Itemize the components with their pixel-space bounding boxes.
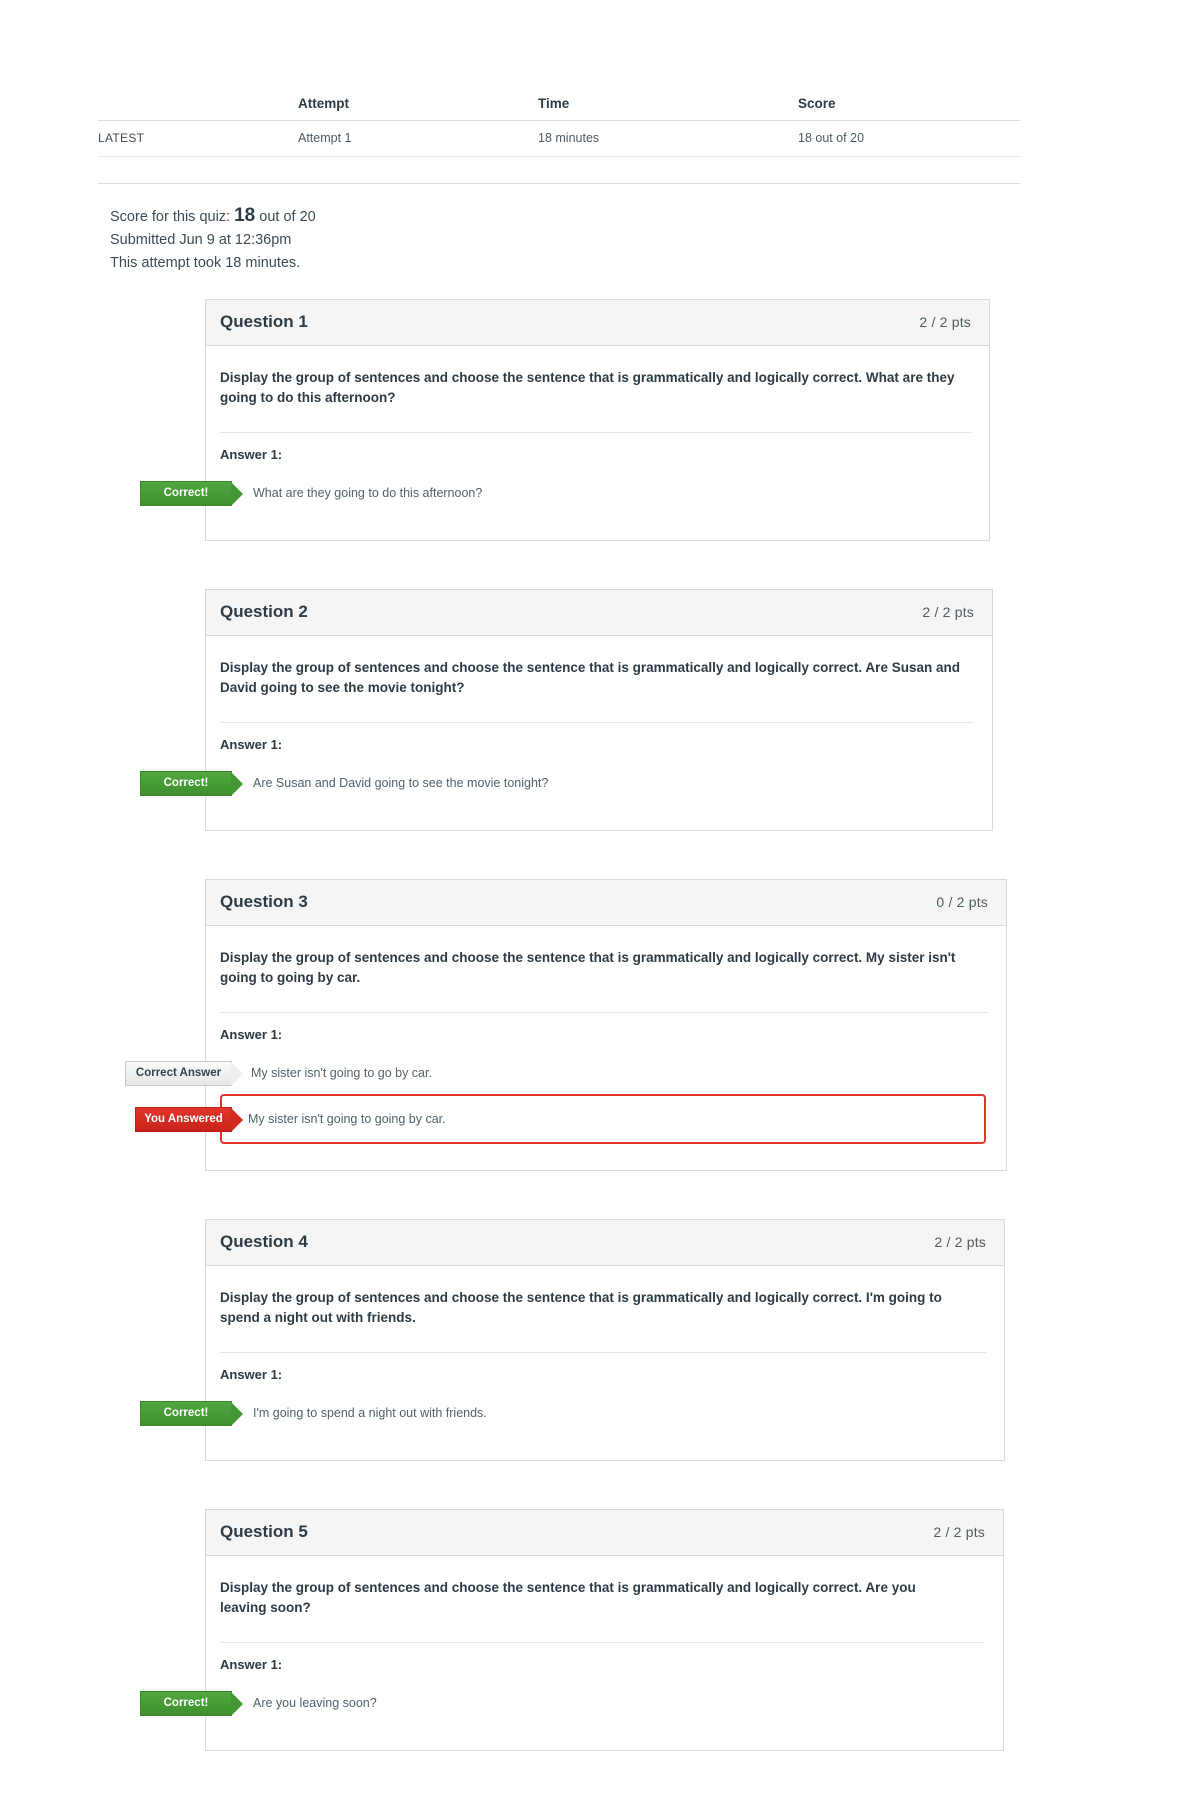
answer-row: Correct! Are you leaving soon? — [140, 1682, 985, 1724]
question-points: 2 / 2 pts — [919, 314, 971, 330]
attempt-table: Attempt Time Score LATEST Attempt 1 18 m… — [98, 96, 1020, 157]
status-badge-correct-answer: Correct Answer — [125, 1060, 243, 1086]
column-header-score: Score — [798, 96, 836, 111]
question-points: 2 / 2 pts — [922, 604, 974, 620]
section-divider — [98, 183, 1020, 184]
question-header: Question 4 2 / 2 pts — [206, 1220, 1004, 1266]
attempt-table-head: Attempt Time Score — [98, 96, 1020, 121]
attempt-score: 18 out of 20 — [798, 120, 1020, 157]
answer-label: Answer 1: — [220, 1367, 283, 1382]
answer-rows: Correct! I'm going to spend a night out w… — [140, 1382, 986, 1460]
badge-arrow-icon — [231, 1107, 243, 1132]
question-body: Display the group of sentences and choos… — [125, 926, 1006, 1170]
table-row: LATEST Attempt 1 18 minutes 18 out of 20 — [98, 120, 1020, 157]
question-card: Question 1 2 / 2 pts Display the group of … — [140, 299, 990, 541]
question-card: Question 3 0 / 2 pts Display the group of … — [125, 879, 1007, 1171]
question-title: Question 5 — [220, 1522, 308, 1541]
questions-list: Question 1 2 / 2 pts Display the group of … — [0, 299, 1200, 1751]
column-header-attempt: Attempt — [298, 96, 349, 111]
question-card: Question 4 2 / 2 pts Display the group of … — [140, 1219, 1005, 1461]
badge-arrow-icon — [231, 771, 243, 796]
question-header: Question 1 2 / 2 pts — [206, 300, 989, 346]
answer-label: Answer 1: — [220, 1027, 283, 1042]
question-card: Question 2 2 / 2 pts Display the group of … — [140, 589, 993, 831]
attempt-history: Attempt Time Score LATEST Attempt 1 18 m… — [98, 96, 1040, 157]
question-text: Display the group of sentences and choos… — [220, 1290, 942, 1325]
question-points: 2 / 2 pts — [933, 1524, 985, 1540]
question-points: 0 / 2 pts — [936, 894, 988, 910]
answer-row: Correct! What are they going to do this a… — [140, 472, 971, 514]
score-value: 18 — [234, 205, 256, 226]
answer-rows: Correct! Are you leaving soon? — [140, 1672, 985, 1750]
selected-answer-row: You Answered My sister isn't going to goi… — [135, 1094, 986, 1144]
question-text: Display the group of sentences and choos… — [220, 1580, 916, 1615]
submitted-timestamp: Submitted Jun 9 at 12:36pm — [110, 232, 292, 248]
status-badge-correct: Correct! — [140, 1400, 243, 1426]
status-badge-you-answered: You Answered — [135, 1106, 243, 1132]
score-prefix-label: Score for this quiz: — [110, 209, 231, 225]
attempt-1-link[interactable]: Attempt 1 — [298, 120, 538, 157]
badge-arrow-icon — [231, 1401, 243, 1426]
quiz-results-page: Attempt Time Score LATEST Attempt 1 18 m… — [0, 0, 1200, 1751]
question-title: Question 4 — [220, 1232, 308, 1251]
question-header: Question 3 0 / 2 pts — [206, 880, 1006, 926]
status-badge-correct: Correct! — [140, 770, 243, 796]
question-header: Question 2 2 / 2 pts — [206, 590, 992, 636]
score-suffix-label: out of 20 — [259, 209, 316, 225]
answer-rows: Correct! Are Susan and David going to see… — [140, 752, 974, 830]
question-text: Display the group of sentences and choos… — [220, 370, 955, 405]
question-card: Question 5 2 / 2 pts Display the group of … — [140, 1509, 1004, 1751]
attempt-table-header-row: Attempt Time Score — [98, 96, 1020, 121]
attempt-duration: This attempt took 18 minutes. — [110, 255, 301, 271]
quiz-score-summary: Score for this quiz: 18 out of 20 Submit… — [110, 204, 1200, 275]
answer-text: My sister isn't going to go by car. — [251, 1066, 432, 1080]
status-badge-correct: Correct! — [140, 480, 243, 506]
attempt-table-body: LATEST Attempt 1 18 minutes 18 out of 20 — [98, 120, 1020, 157]
answer-text: Are Susan and David going to see the mov… — [253, 776, 549, 790]
attempt-latest-label: LATEST — [98, 120, 298, 157]
answer-label: Answer 1: — [220, 447, 283, 462]
badge-arrow-icon — [231, 481, 243, 506]
answer-text: My sister isn't going to going by car. — [248, 1112, 446, 1126]
answer-label: Answer 1: — [220, 1657, 283, 1672]
answer-rows: Correct Answer My sister isn't going to g… — [125, 1042, 988, 1170]
question-text: Display the group of sentences and choos… — [220, 660, 960, 695]
question-body: Display the group of sentences and choos… — [140, 346, 989, 540]
answer-rows: Correct! What are they going to do this a… — [140, 462, 971, 540]
answer-text: What are they going to do this afternoon… — [253, 486, 483, 500]
answer-row: Correct! Are Susan and David going to see… — [140, 762, 974, 804]
answer-row: Correct Answer My sister isn't going to g… — [125, 1052, 988, 1094]
question-title: Question 1 — [220, 312, 308, 331]
column-header-time: Time — [538, 96, 570, 111]
question-text: Display the group of sentences and choos… — [220, 950, 956, 985]
question-title: Question 2 — [220, 602, 308, 621]
score-line: Score for this quiz: 18 out of 20 — [110, 204, 1200, 229]
answer-text: I'm going to spend a night out with frie… — [253, 1406, 487, 1420]
badge-arrow-icon — [231, 1691, 243, 1716]
question-body: Display the group of sentences and choos… — [140, 1266, 1004, 1460]
column-header-blank — [98, 96, 298, 121]
question-body: Display the group of sentences and choos… — [140, 1556, 1003, 1750]
status-badge-correct: Correct! — [140, 1690, 243, 1716]
attempt-time: 18 minutes — [538, 120, 798, 157]
answer-row: Correct! I'm going to spend a night out w… — [140, 1392, 986, 1434]
question-title: Question 3 — [220, 892, 308, 911]
badge-arrow-icon — [231, 1061, 243, 1086]
question-header: Question 5 2 / 2 pts — [206, 1510, 1003, 1556]
answer-label: Answer 1: — [220, 737, 283, 752]
question-points: 2 / 2 pts — [934, 1234, 986, 1250]
question-body: Display the group of sentences and choos… — [140, 636, 992, 830]
